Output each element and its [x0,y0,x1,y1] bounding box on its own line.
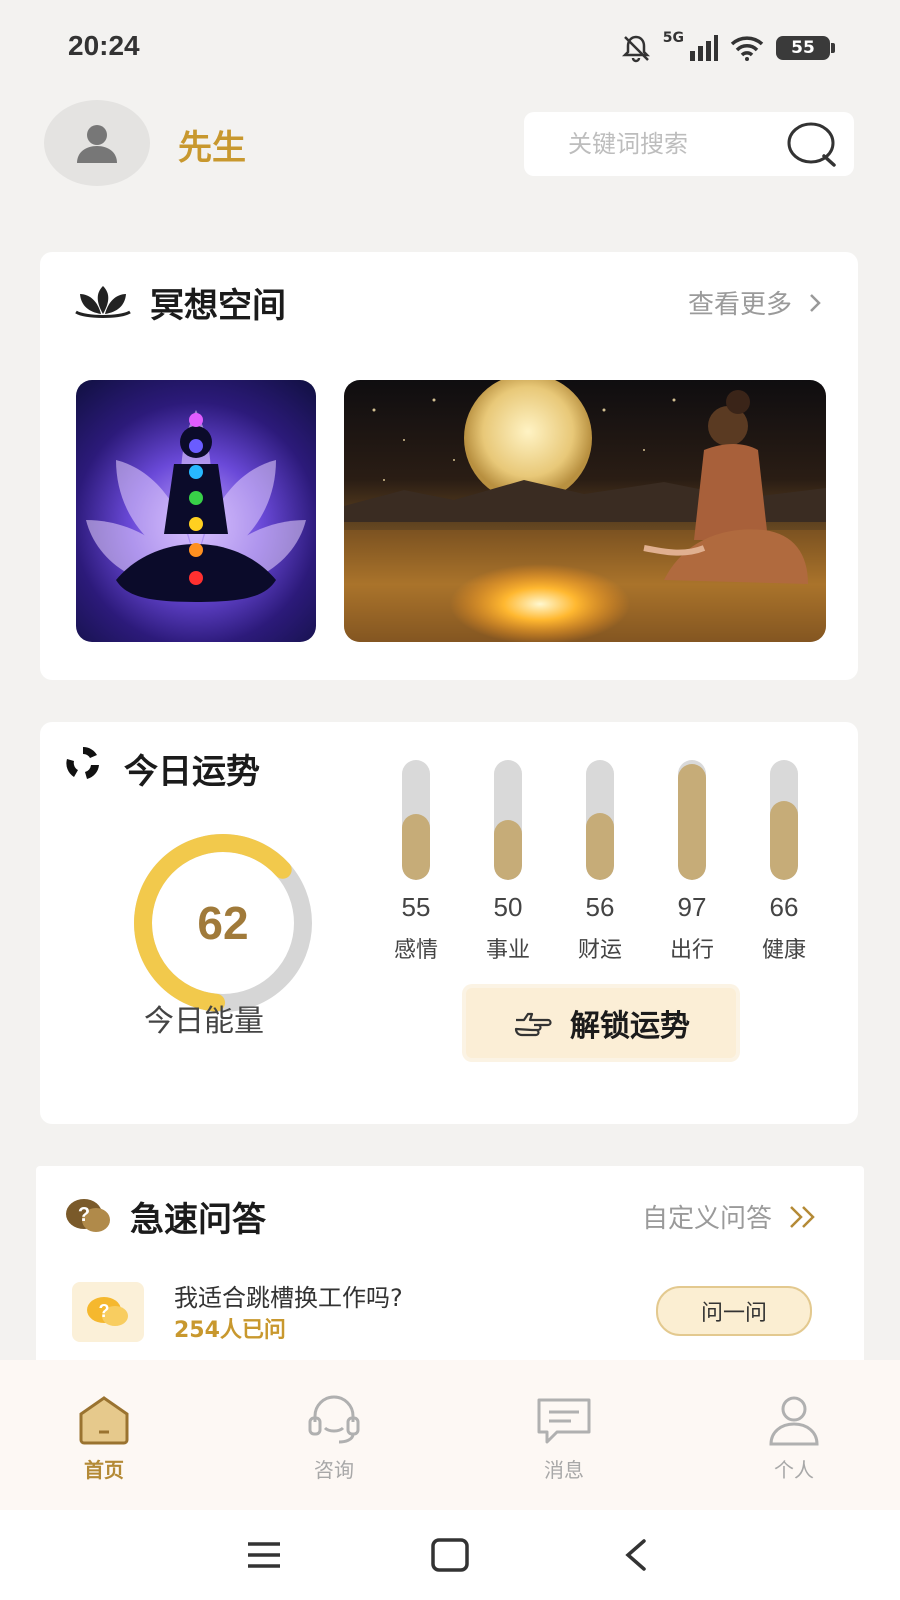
bar-value: 66 [769,892,799,922]
network-label: 5G [662,30,684,46]
bottom-tab-bar: 首页 咨询 消息 个人 [0,1360,900,1510]
status-bar: 20:24 5G 55 [0,0,900,96]
avatar[interactable] [44,100,150,186]
search-box[interactable] [524,112,854,176]
nav-back-button[interactable] [606,1530,666,1580]
bar-track [402,760,430,880]
bar-value: 56 [585,892,615,922]
bar-track [586,760,614,880]
custom-qa-label: 自定义问答 [641,1204,772,1234]
wifi-icon [730,36,764,61]
back-arrow-icon [625,1539,646,1571]
headset-icon [308,1395,360,1444]
meditation-card: 冥想空间 查看更多 [40,252,858,680]
menu-icon [248,1542,280,1568]
nav-home-button[interactable] [420,1530,480,1580]
fortune-cycle-icon [66,746,99,779]
svg-text:?: ? [78,1204,90,1226]
square-home-icon [431,1538,469,1572]
meditation-title: 冥想空间 [150,286,286,326]
bar-value: 97 [677,892,707,922]
fortune-title: 今日运势 [124,752,260,792]
bar-value: 55 [401,892,431,922]
mute-bell-icon [621,35,650,63]
meditation-more-link[interactable]: 查看更多 [688,284,822,321]
message-icon [537,1398,591,1444]
qa-asked-count: 254人已问 [174,1318,286,1343]
user-avatar-icon [77,125,117,163]
fortune-bars: 55 感情 50 事业 56 财运 97 出行 66 健康 [386,760,816,963]
quick-qa-card: ? 急速问答 自定义问答 ? 我适合跳槽换工作吗? 254人已问 问一问 [36,1166,864,1366]
qa-bubble-icon: ? [66,1199,110,1232]
person-icon [769,1396,819,1446]
bar-label: 出行 [669,938,714,963]
bar-fill [770,800,798,880]
tab-consult[interactable]: 咨询 [264,1360,404,1510]
pointing-hand-icon [514,1012,552,1037]
bar-track [494,760,522,880]
user-name[interactable]: 先生 [178,120,246,169]
bar-fill [678,763,706,880]
question-icon-badge: ? [72,1282,144,1342]
header: 先生 [0,96,900,196]
home-icon [79,1396,129,1445]
qa-title: 急速问答 [130,1200,266,1240]
chevron-right-icon [810,293,821,312]
tab-profile[interactable]: 个人 [724,1360,864,1510]
search-input[interactable] [568,130,788,158]
tab-messages-label: 消息 [544,1458,584,1482]
bar-fill [494,820,522,880]
tab-profile-label: 个人 [774,1458,814,1482]
double-chevron-right-icon [790,1205,815,1228]
search-icon[interactable] [786,120,838,168]
meditation-more-label: 查看更多 [687,290,792,320]
bar-value: 50 [493,892,523,922]
status-time: 20:24 [68,30,140,61]
energy-label: 今日能量 [144,1004,264,1039]
bar-fill [586,812,614,880]
status-icons: 5G 55 [621,30,835,66]
bar-label: 事业 [485,938,530,963]
system-nav-bar [0,1510,900,1600]
bar-track [770,760,798,880]
bar-label: 感情 [393,938,438,963]
chakra-illustration [86,410,306,602]
svg-text:?: ? [99,1301,110,1321]
moonlit-meditation-illustration [344,380,826,642]
nav-menu-button[interactable] [234,1530,294,1580]
battery-indicator: 55 [776,36,835,60]
unlock-fortune-button[interactable]: 解锁运势 [466,988,736,1058]
energy-value: 62 [197,897,249,949]
tab-home-label: 首页 [84,1458,124,1482]
bar-track [678,760,706,880]
question-bubble-icon: ? [87,1297,128,1326]
lotus-icon [75,286,131,318]
chakra-meditation-image[interactable] [76,380,316,642]
qa-question-text[interactable]: 我适合跳槽换工作吗? [174,1278,403,1313]
energy-ring: 62 [128,828,318,1018]
moon-meditation-image[interactable] [344,380,826,642]
tab-messages[interactable]: 消息 [494,1360,634,1510]
signal-icon [690,35,718,61]
unlock-fortune-label: 解锁运势 [570,1009,690,1044]
fortune-card: 今日运势 62 今日能量 55 感情 50 事业 56 财运 97 出行 66 … [40,722,858,1124]
bar-fill [402,814,430,880]
tab-consult-label: 咨询 [314,1458,354,1482]
bar-label: 财运 [577,938,622,963]
custom-qa-link[interactable]: 自定义问答 [642,1198,818,1235]
tab-home[interactable]: 首页 [34,1360,174,1510]
bar-label: 健康 [761,938,806,963]
ask-button[interactable]: 问一问 [656,1286,812,1336]
